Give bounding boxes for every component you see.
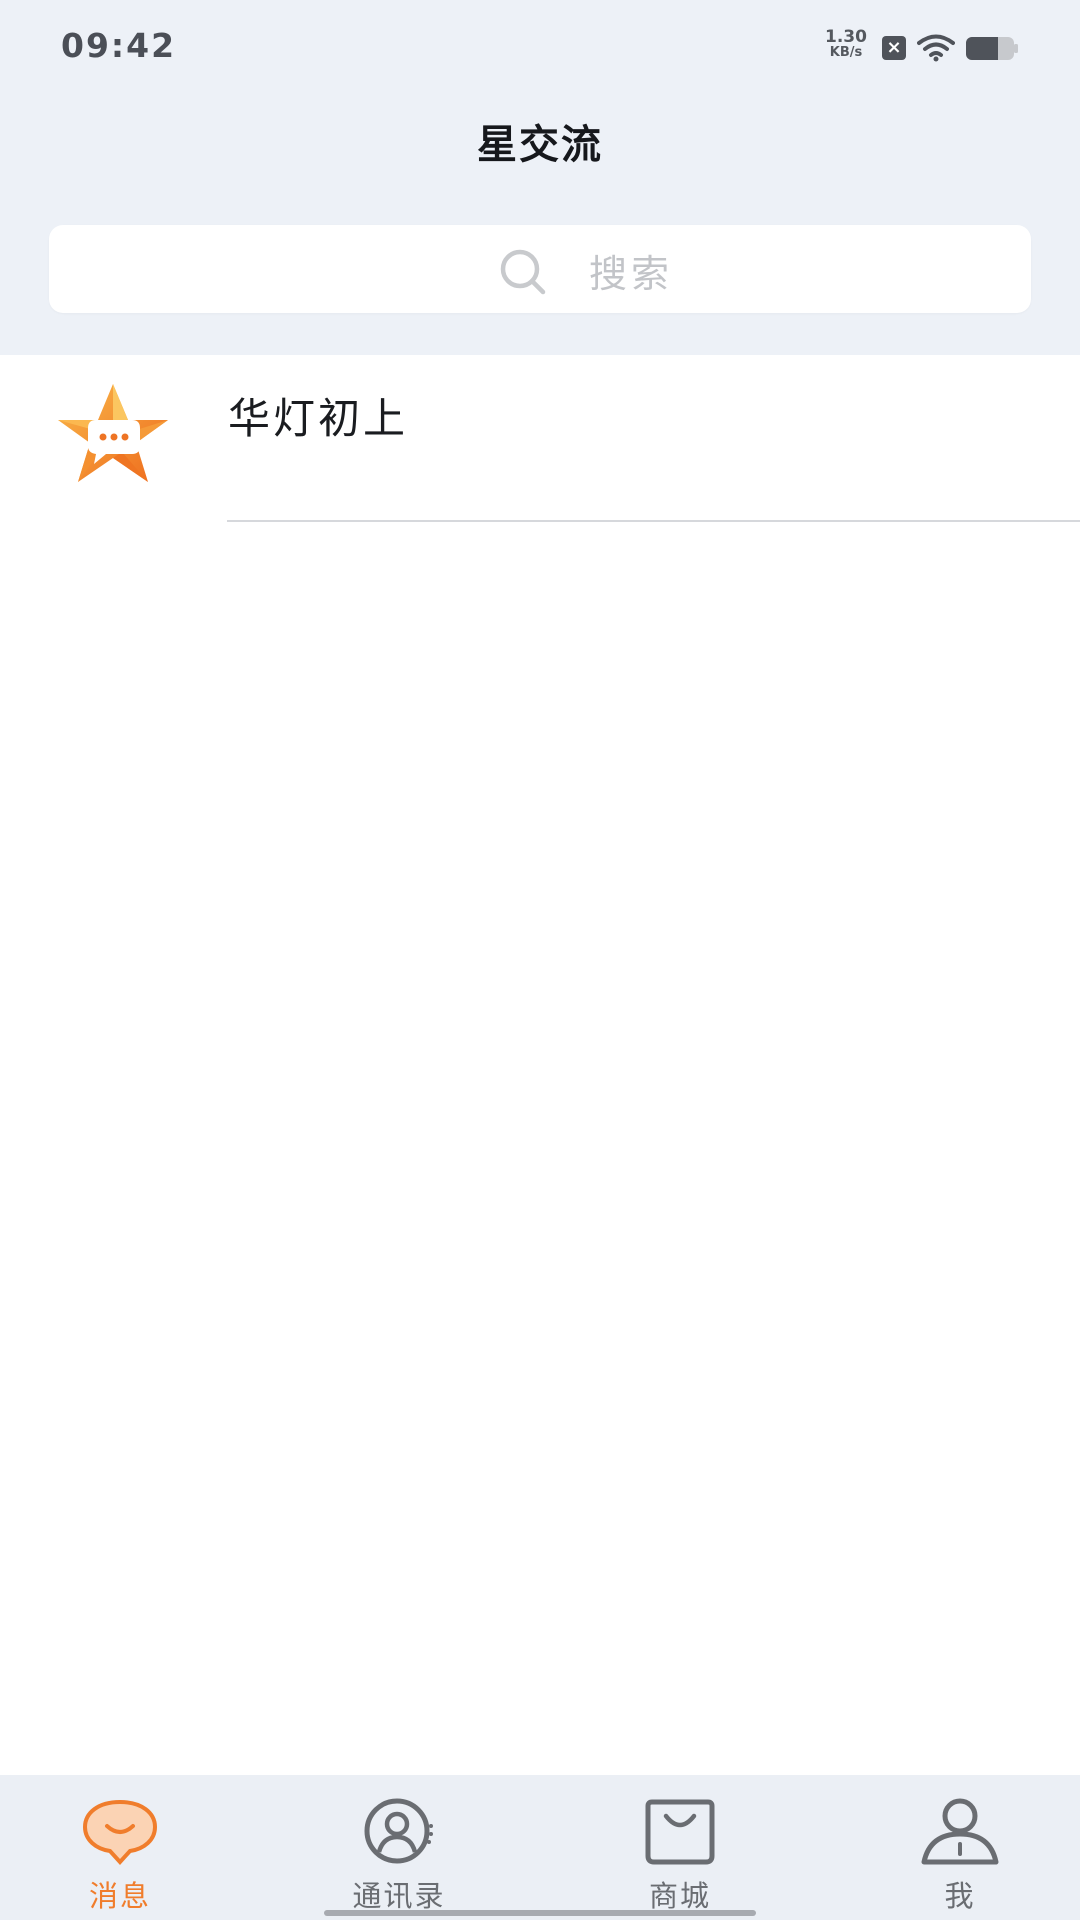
network-speed: 1.30 KB/s <box>822 27 870 61</box>
wifi-icon <box>917 34 955 62</box>
profile-icon <box>921 1798 999 1865</box>
search-input[interactable]: 搜索 <box>49 225 1031 313</box>
status-bar: 09:42 1.30 KB/s × <box>0 0 1080 95</box>
search-placeholder: 搜索 <box>589 252 674 296</box>
divider <box>227 520 1080 522</box>
tab-contacts[interactable]: 通讯录 <box>299 1775 499 1920</box>
tab-me[interactable]: 我 <box>860 1775 1060 1920</box>
tab-messages[interactable]: 消息 <box>20 1775 220 1920</box>
network-speed-value: 1.30 <box>825 27 867 47</box>
home-indicator[interactable] <box>324 1910 756 1916</box>
shopping-bag-icon <box>645 1799 715 1865</box>
conversation-name: 华灯初上 <box>228 394 409 443</box>
tab-label: 通讯录 <box>352 1879 446 1913</box>
battery-icon <box>966 37 1018 60</box>
message-icon <box>82 1799 158 1865</box>
network-speed-unit: KB/s <box>829 45 863 60</box>
tab-label: 商城 <box>648 1879 711 1913</box>
tab-label: 我 <box>944 1879 976 1913</box>
search-icon <box>500 249 546 295</box>
star-chat-logo-icon <box>58 384 168 482</box>
contacts-icon <box>364 1798 433 1864</box>
bottom-tab-bar: 消息 通讯录 商城 我 <box>0 1775 1080 1920</box>
tab-label: 消息 <box>88 1879 151 1913</box>
sim-no-service-icon: × <box>882 36 906 60</box>
conversation-item[interactable]: 华灯初上 <box>0 355 1080 522</box>
page-title: 星交流 <box>477 122 603 168</box>
status-time: 09:42 <box>61 26 177 65</box>
tab-mall[interactable]: 商城 <box>580 1775 780 1920</box>
